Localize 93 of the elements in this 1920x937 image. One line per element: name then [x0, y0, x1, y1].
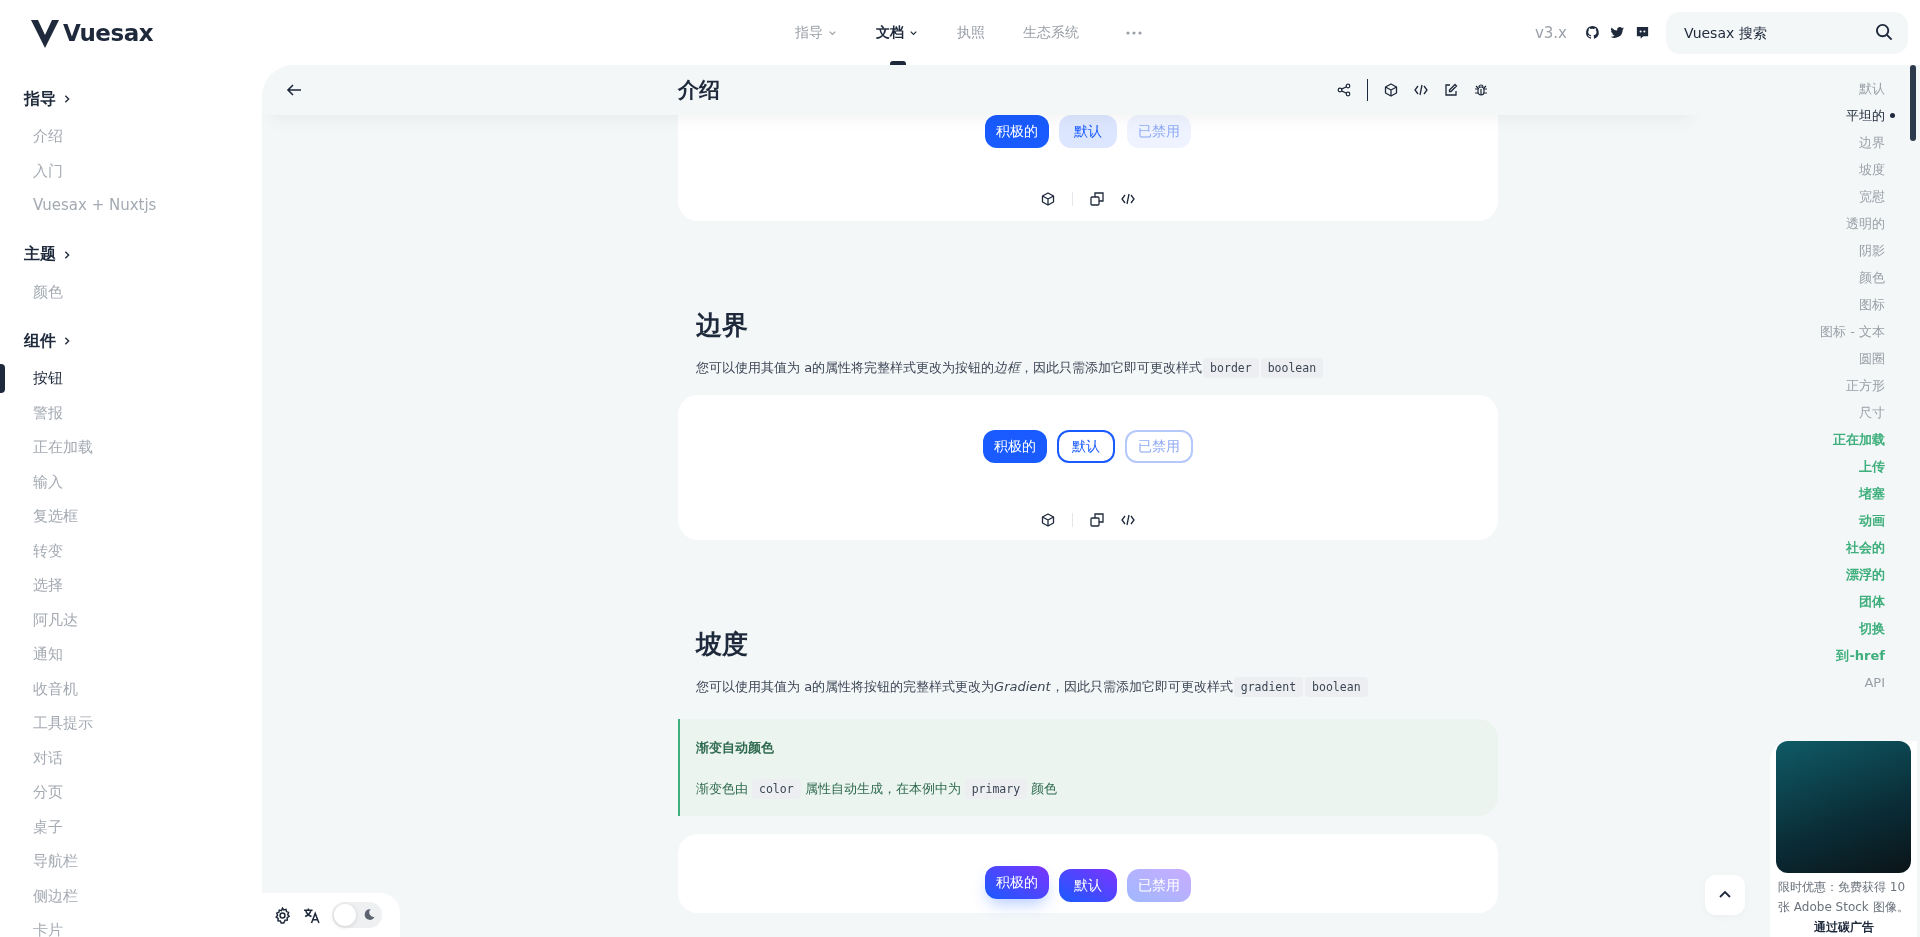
sidebar-item[interactable]: 工具提示	[0, 706, 262, 741]
sidebar-item[interactable]: 导航栏	[0, 844, 262, 879]
moon-icon	[362, 908, 376, 922]
page-title: 介绍	[678, 77, 720, 104]
toc-link[interactable]: 宽慰	[1859, 183, 1885, 210]
toc-link[interactable]: 透明的	[1846, 210, 1885, 237]
section-title[interactable]: 主题	[24, 242, 72, 267]
edit-icon[interactable]	[1444, 83, 1458, 97]
copy-icon[interactable]	[1090, 192, 1104, 206]
ad-credit-link[interactable]: 通过碳广告	[1813, 917, 1874, 937]
toc-link[interactable]: 到-href	[1836, 642, 1885, 669]
sidebar-item[interactable]: 选择	[0, 568, 262, 603]
cube-icon[interactable]	[1041, 513, 1055, 527]
demo-button[interactable]: 默认	[1057, 430, 1115, 463]
toc-link[interactable]: 社会的	[1846, 534, 1885, 561]
back-arrow-icon	[286, 82, 302, 98]
toc-link[interactable]: 正在加载	[1833, 426, 1885, 453]
search-icon[interactable]	[1875, 22, 1894, 42]
github-icon[interactable]	[1585, 25, 1600, 40]
description-text: 您可以使用其值为 a的属性将完整样式更改为按钮的边框，因此只需添加它即可更改样式 border boolean	[696, 357, 1325, 379]
scrollbar-thumb[interactable]	[1910, 65, 1916, 141]
nav-link[interactable]: 执照	[957, 0, 985, 65]
sidebar-item[interactable]: Vuesax + Nuxtjs	[0, 188, 262, 223]
sidebar-item[interactable]: 复选框	[0, 499, 262, 534]
toc-link[interactable]: 阴影	[1859, 237, 1885, 264]
demo-button[interactable]: 积极的	[985, 115, 1049, 148]
sidebar-item[interactable]: 通知	[0, 637, 262, 672]
note-text: 渐变色由 color 属性自动生成，在本例中为 primary 颜色	[696, 778, 1058, 800]
cube-icon[interactable]	[1384, 83, 1398, 97]
share-icon[interactable]	[1337, 83, 1351, 97]
section-title[interactable]: 组件	[24, 329, 72, 353]
nav-link[interactable]: 指导	[795, 0, 838, 65]
sidebar-item[interactable]: 正在加载	[0, 430, 262, 465]
sidebar-item[interactable]: 输入	[0, 464, 262, 499]
translate-icon[interactable]	[303, 906, 320, 924]
bug-icon[interactable]	[1474, 83, 1488, 97]
toc-link[interactable]: 切换	[1859, 615, 1885, 642]
search-field[interactable]: Vuesax 搜索	[1666, 11, 1908, 54]
demo-button[interactable]: 积极的	[983, 430, 1047, 463]
chevron-right-icon	[62, 94, 72, 104]
description-text: 您可以使用其值为 a的属性将按钮的完整样式更改为Gradient，因此只需添加它即可更改样式 gradient boolean	[696, 676, 1369, 698]
toc-link[interactable]: 漂浮的	[1846, 561, 1885, 588]
toc-link[interactable]: 尺寸	[1859, 399, 1885, 426]
ad-text[interactable]: 限时优惠：免费获得 10 张 Adobe Stock 图像。	[1776, 877, 1911, 917]
chevron-right-icon	[62, 336, 72, 346]
toc-link[interactable]: 圆圈	[1859, 345, 1885, 372]
toc-link[interactable]: 堵塞	[1859, 480, 1885, 507]
demo-button[interactable]: 积极的	[985, 866, 1049, 899]
sidebar-item[interactable]: 警报	[0, 395, 262, 430]
settings-icon[interactable]	[274, 906, 291, 924]
sidebar-item[interactable]: 对话	[0, 740, 262, 775]
nav-link[interactable]: 文档	[876, 0, 919, 65]
demo-button[interactable]: 默认	[1059, 115, 1117, 148]
sidebar-item[interactable]: 入门	[0, 153, 262, 188]
sidebar-item[interactable]: 分页	[0, 775, 262, 810]
section-heading: 边界	[695, 309, 749, 342]
toc-link[interactable]: 上传	[1859, 453, 1885, 480]
dark-mode-toggle[interactable]	[332, 902, 382, 928]
sidebar-item[interactable]: 按钮	[0, 361, 262, 396]
section-heading: 坡度	[694, 628, 749, 661]
toc-link[interactable]: 图标	[1859, 291, 1885, 318]
logo-text[interactable]: Vuesax	[63, 19, 153, 46]
toc-link[interactable]: 坡度	[1859, 156, 1885, 183]
version-label[interactable]: v3.x	[1534, 23, 1567, 42]
demo-button[interactable]: 默认	[1059, 869, 1117, 902]
code-icon[interactable]	[1414, 83, 1428, 97]
toc-link[interactable]: 图标 - 文本	[1820, 318, 1885, 345]
sidebar-item[interactable]: 卡片	[0, 913, 262, 937]
note-title: 渐变自动颜色	[696, 739, 774, 757]
toc-link[interactable]: 正方形	[1846, 372, 1885, 399]
sidebar-item[interactable]: 颜色	[0, 274, 262, 309]
sidebar-item[interactable]: 转变	[0, 533, 262, 568]
sidebar-item[interactable]: 桌子	[0, 809, 262, 844]
code-icon[interactable]	[1121, 192, 1135, 206]
cube-icon[interactable]	[1041, 192, 1055, 206]
nav-link[interactable]: 生态系统	[1023, 0, 1079, 65]
sidebar-item[interactable]: 阿凡达	[0, 602, 262, 637]
copy-icon[interactable]	[1090, 513, 1104, 527]
chevron-right-icon	[62, 249, 72, 260]
toc-link[interactable]: API	[1864, 669, 1885, 696]
section-title[interactable]: 指导	[24, 87, 72, 111]
toc-link[interactable]: 团体	[1859, 588, 1885, 615]
sidebar-item[interactable]: 收音机	[0, 671, 262, 706]
toc-link[interactable]: 颜色	[1859, 264, 1885, 291]
toc-link[interactable]: 边界	[1859, 129, 1885, 156]
toc-link[interactable]: 动画	[1859, 507, 1885, 534]
chat-icon[interactable]	[1635, 25, 1650, 40]
toc-link[interactable]: 平坦的	[1846, 102, 1895, 129]
bird-icon[interactable]	[1610, 25, 1625, 40]
sidebar-item[interactable]: 侧边栏	[0, 878, 262, 913]
code-icon[interactable]	[1121, 513, 1135, 527]
sidebar-item[interactable]: 介绍	[0, 119, 262, 154]
toc-link[interactable]: 默认	[1859, 75, 1885, 102]
